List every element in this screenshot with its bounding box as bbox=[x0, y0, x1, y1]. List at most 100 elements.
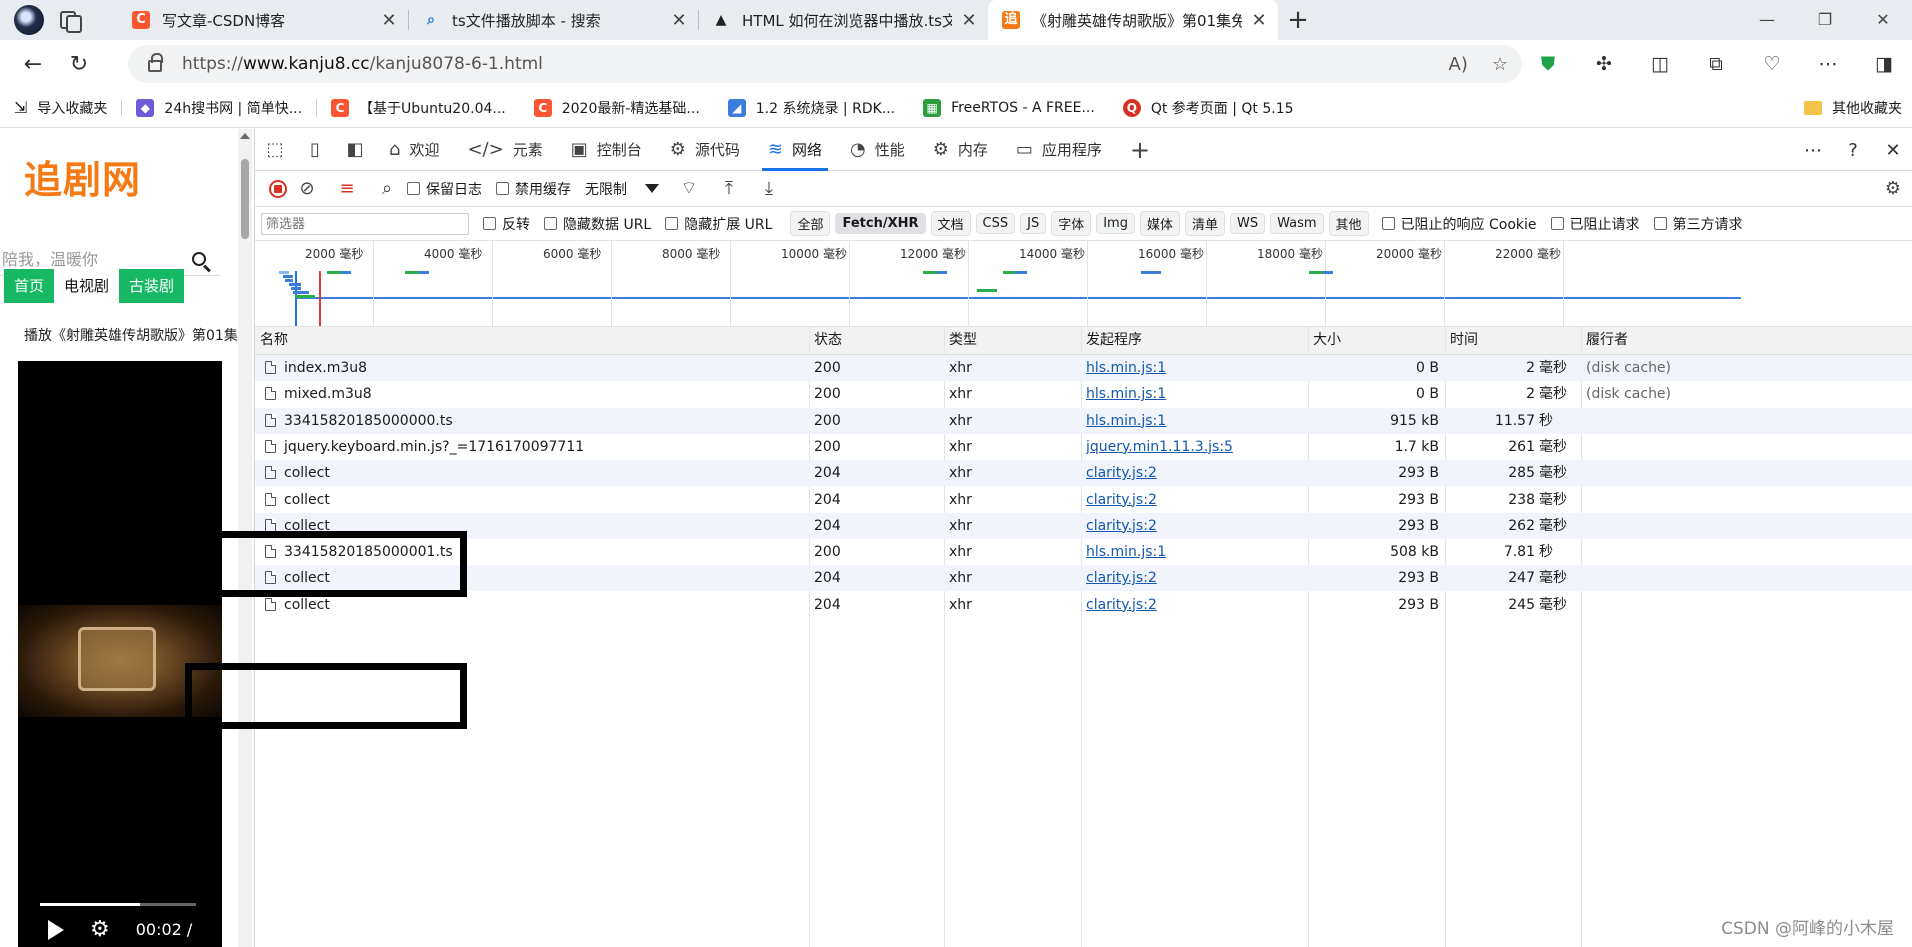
tab-elements[interactable]: </> 元素 bbox=[453, 129, 556, 171]
browser-tab-active[interactable]: 追 《射雕英雄传胡歌版》第01集免费 ✕ bbox=[988, 0, 1278, 40]
filter-chip[interactable]: JS bbox=[1020, 213, 1047, 234]
network-settings-gear-icon[interactable]: ⚙ bbox=[1873, 178, 1912, 199]
filter-chip[interactable]: 全部 bbox=[790, 211, 831, 236]
dock-sidebar-icon[interactable]: ◧ bbox=[335, 139, 375, 160]
search-icon[interactable] bbox=[192, 252, 206, 266]
initiator-link[interactable]: hls.min.js:1 bbox=[1086, 544, 1166, 560]
help-icon[interactable]: ? bbox=[1833, 140, 1873, 161]
column-header[interactable]: 大小 bbox=[1313, 327, 1442, 353]
device-emulation-icon[interactable]: ▯ bbox=[295, 139, 335, 160]
record-icon[interactable] bbox=[269, 179, 287, 198]
close-tab-icon[interactable]: ✕ bbox=[670, 10, 688, 31]
request-name[interactable]: index.m3u8 bbox=[284, 360, 367, 376]
request-name[interactable]: collect bbox=[284, 492, 330, 508]
request-name[interactable]: jquery.keyboard.min.js?_=1716170097711 bbox=[284, 439, 584, 455]
hide-ext-urls-checkbox[interactable]: 隐藏扩展 URL bbox=[665, 214, 772, 234]
close-tab-icon[interactable]: ✕ bbox=[1250, 10, 1268, 31]
initiator-link[interactable]: clarity.js:2 bbox=[1086, 492, 1157, 508]
video-progress-bar[interactable] bbox=[40, 903, 196, 906]
nav-item-home[interactable]: 首页 bbox=[4, 269, 55, 303]
tab-sources[interactable]: ⚙ 源代码 bbox=[656, 129, 754, 171]
inspect-icon[interactable]: ⬚ bbox=[255, 139, 295, 160]
filter-chip[interactable]: 其他 bbox=[1328, 211, 1369, 236]
close-window-button[interactable]: ✕ bbox=[1854, 0, 1912, 40]
filter-icon[interactable]: ≡ bbox=[327, 178, 367, 199]
clear-icon[interactable]: ⊘ bbox=[287, 178, 327, 199]
request-name[interactable]: 33415820185000000.ts bbox=[284, 413, 453, 429]
initiator-link[interactable]: clarity.js:2 bbox=[1086, 570, 1157, 586]
throttle-select[interactable]: 无限制 bbox=[585, 179, 659, 199]
table-row[interactable]: mixed.m3u8 200 xhr hls.min.js:1 0 B 2 毫秒 (disk … bbox=[255, 381, 1912, 407]
favorite-item[interactable]: C 【基于Ubuntu20.04... bbox=[317, 98, 520, 118]
table-row[interactable]: collect 204 xhr clarity.js:2 293 B 245 毫秒 bbox=[255, 592, 1912, 618]
read-aloud-icon[interactable]: A) bbox=[1449, 54, 1468, 75]
other-favorites[interactable]: 其他收藏夹 bbox=[1804, 98, 1902, 118]
tab-performance[interactable]: ◔ 性能 bbox=[836, 129, 919, 171]
favorite-import[interactable]: ⇲ 导入收藏夹 bbox=[0, 98, 121, 118]
extension-icon[interactable]: ✣ bbox=[1576, 53, 1632, 75]
tab-home[interactable]: ⌂ 欢迎 bbox=[375, 129, 453, 171]
filter-chip[interactable]: Wasm bbox=[1270, 213, 1324, 234]
initiator-link[interactable]: jquery.min1.11.3.js:5 bbox=[1086, 439, 1233, 455]
copilot-icon[interactable]: ◨ bbox=[1856, 53, 1912, 75]
add-tool-icon[interactable]: + bbox=[1116, 136, 1164, 164]
favorite-item[interactable]: C 2020最新-精选基础... bbox=[520, 98, 714, 118]
favorite-item[interactable]: ▦ FreeRTOS - A FREE... bbox=[909, 98, 1109, 117]
browser-tab[interactable]: ⌕ ts文件播放脚本 - 搜索 ✕ bbox=[408, 0, 698, 40]
request-name[interactable]: mixed.m3u8 bbox=[284, 386, 372, 402]
initiator-link[interactable]: hls.min.js:1 bbox=[1086, 360, 1166, 376]
table-row[interactable]: 33415820185000000.ts 200 xhr hls.min.js:1 91… bbox=[255, 407, 1912, 434]
browser-tab[interactable]: C 写文章-CSDN博客 ✕ bbox=[118, 0, 408, 40]
filter-chip[interactable]: Img bbox=[1096, 213, 1135, 234]
column-header[interactable]: 时间 bbox=[1450, 327, 1578, 353]
favorite-item[interactable]: ◆ 24h搜书网 | 简单快... bbox=[122, 98, 316, 118]
devtools-close-icon[interactable]: ✕ bbox=[1873, 140, 1912, 161]
import-har-icon[interactable]: ⤒ bbox=[709, 178, 749, 199]
nav-item-costume[interactable]: 古装剧 bbox=[119, 269, 185, 303]
request-name[interactable]: collect bbox=[284, 465, 330, 481]
nav-item-tv[interactable]: 电视剧 bbox=[54, 269, 120, 303]
filter-chip[interactable]: 清单 bbox=[1184, 211, 1225, 236]
export-har-icon[interactable]: ⤓ bbox=[749, 178, 789, 199]
more-icon[interactable]: ⋯ bbox=[1800, 53, 1856, 75]
tab-application[interactable]: ▭ 应用程序 bbox=[1002, 129, 1116, 171]
preserve-log-checkbox[interactable]: 保留日志 bbox=[407, 179, 482, 199]
refresh-icon[interactable]: ↻ bbox=[56, 52, 102, 77]
restore-button[interactable]: ❐ bbox=[1796, 0, 1854, 40]
column-header[interactable]: 名称 bbox=[260, 327, 806, 353]
favorite-item[interactable]: ◢ 1.2 系统烧录 | RDK... bbox=[714, 98, 909, 118]
address-url[interactable]: https://www.kanju8.cc/kanju8078-6-1.html bbox=[182, 54, 543, 74]
hide-data-urls-checkbox[interactable]: 隐藏数据 URL bbox=[544, 214, 651, 234]
blocked-requests-checkbox[interactable]: 已阻止请求 bbox=[1550, 214, 1640, 234]
video-player[interactable]: ⚙ 00:02 / bbox=[18, 361, 222, 947]
minimize-button[interactable]: — bbox=[1738, 0, 1796, 40]
filter-chip[interactable]: 字体 bbox=[1051, 211, 1092, 236]
site-logo[interactable]: 追剧网 bbox=[24, 149, 141, 204]
browser-tab[interactable]: ▲ HTML 如何在浏览器中播放.ts文件 ✕ bbox=[698, 0, 988, 40]
request-name[interactable]: collect bbox=[284, 597, 330, 613]
close-tab-icon[interactable]: ✕ bbox=[380, 10, 398, 31]
column-header[interactable]: 状态 bbox=[814, 327, 941, 353]
filter-chip[interactable]: 媒体 bbox=[1139, 211, 1180, 236]
column-header[interactable]: 发起程序 bbox=[1086, 327, 1305, 353]
invert-checkbox[interactable]: 反转 bbox=[483, 214, 530, 234]
third-party-checkbox[interactable]: 第三方请求 bbox=[1653, 214, 1743, 234]
close-tab-icon[interactable]: ✕ bbox=[960, 10, 978, 31]
favorite-item[interactable]: Q Qt 参考页面 | Qt 5.15 bbox=[1109, 98, 1308, 118]
favorite-star-icon[interactable]: ☆ bbox=[1492, 54, 1508, 75]
tab-memory[interactable]: ⚙ 内存 bbox=[919, 129, 1002, 171]
filter-chip[interactable]: 文档 bbox=[930, 211, 971, 236]
tab-console[interactable]: ▣ 控制台 bbox=[557, 129, 656, 171]
initiator-link[interactable]: clarity.js:2 bbox=[1086, 465, 1157, 481]
address-bar[interactable]: https://www.kanju8.cc/kanju8078-6-1.html… bbox=[128, 45, 1522, 83]
performance-icon[interactable]: ♡ bbox=[1744, 53, 1800, 75]
filter-chip[interactable]: Fetch/XHR bbox=[835, 213, 926, 234]
initiator-link[interactable]: clarity.js:2 bbox=[1086, 597, 1157, 613]
filter-chip[interactable]: CSS bbox=[975, 213, 1016, 234]
split-screen-icon[interactable]: ◫ bbox=[1632, 53, 1688, 75]
network-overview-timeline[interactable]: 2000 毫秒 4000 毫秒 6000 毫秒 8000 毫秒 10000 毫秒 1200… bbox=[255, 241, 1912, 327]
blocked-cookies-checkbox[interactable]: 已阻止的响应 Cookie bbox=[1381, 214, 1537, 234]
column-header[interactable]: 类型 bbox=[949, 327, 1078, 353]
scroll-up-icon[interactable] bbox=[240, 133, 250, 139]
disable-cache-checkbox[interactable]: 禁用缓存 bbox=[496, 179, 571, 199]
